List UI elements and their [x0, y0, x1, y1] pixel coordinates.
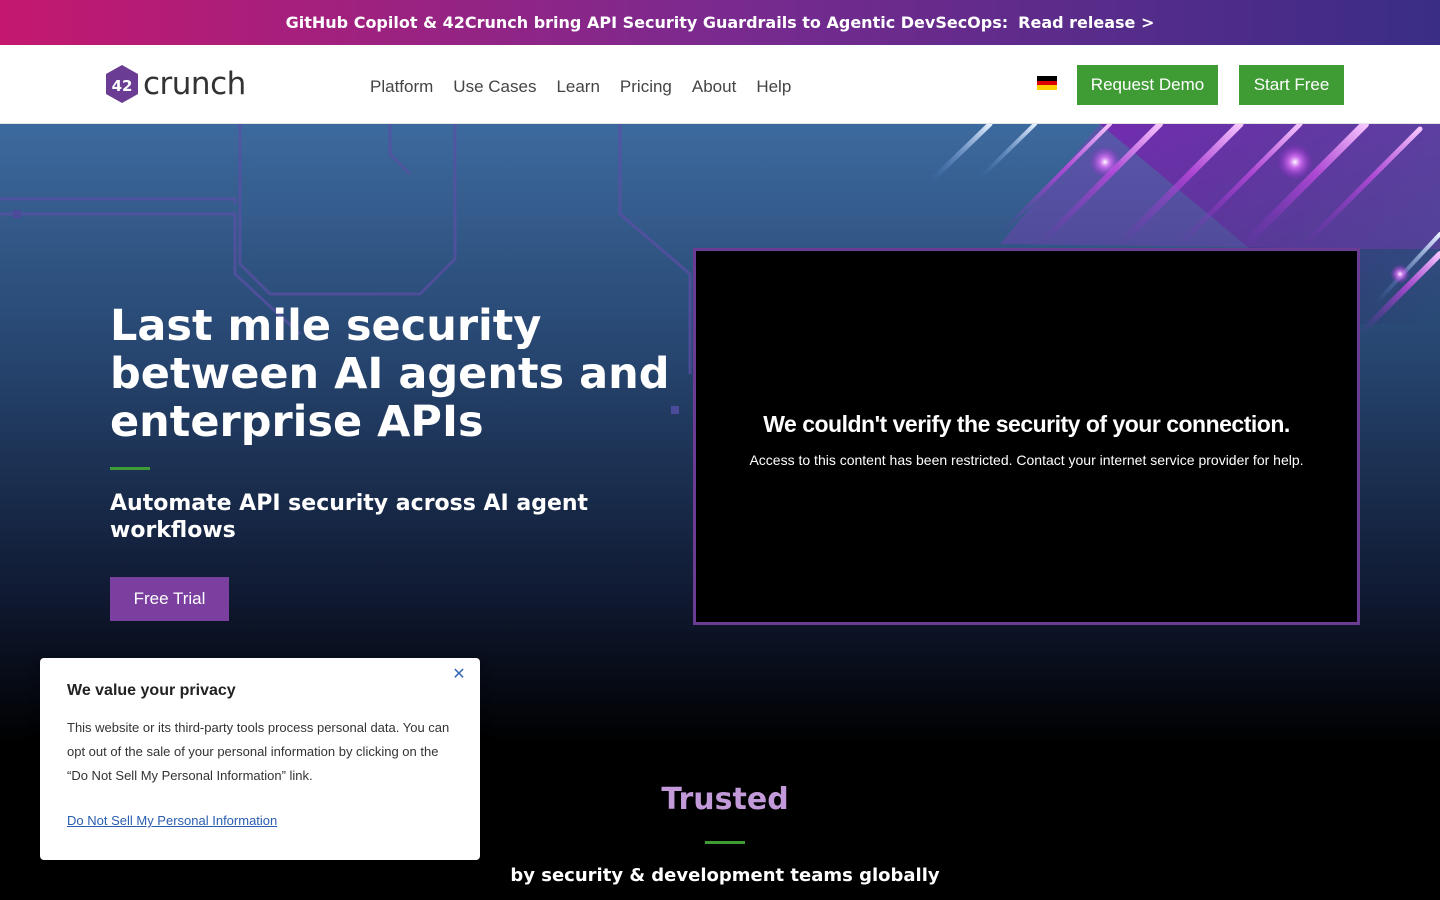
- logo-hexagon-icon: 42: [106, 65, 138, 103]
- nav-help[interactable]: Help: [756, 77, 791, 97]
- privacy-dialog: ✕ We value your privacy This website or …: [40, 658, 480, 860]
- privacy-title: We value your privacy: [67, 682, 236, 699]
- site-header: 42 crunch Platform Use Cases Learn Prici…: [0, 45, 1440, 124]
- video-error-message: Access to this content has been restrict…: [749, 452, 1304, 468]
- nav-use-cases[interactable]: Use Cases: [453, 77, 536, 97]
- logo-wordmark: crunch: [143, 65, 246, 102]
- video-error-heading: We couldn't verify the security of your …: [763, 411, 1290, 437]
- close-icon[interactable]: ✕: [452, 667, 466, 683]
- nav-learn[interactable]: Learn: [556, 77, 599, 97]
- hero-title: Last mile security between AI agents and…: [110, 301, 670, 447]
- hero-divider: [110, 467, 150, 470]
- trusted-divider: [705, 841, 745, 844]
- video-embed[interactable]: We couldn't verify the security of your …: [693, 248, 1360, 625]
- trusted-subheading: by security & development teams globally: [510, 865, 940, 886]
- nav-pricing[interactable]: Pricing: [620, 77, 672, 97]
- start-free-button[interactable]: Start Free: [1239, 65, 1344, 105]
- request-demo-button[interactable]: Request Demo: [1077, 65, 1218, 105]
- german-flag-icon[interactable]: [1037, 76, 1057, 91]
- main-nav: Platform Use Cases Learn Pricing About H…: [370, 77, 811, 97]
- announcement-bar: GitHub Copilot & 42Crunch bring API Secu…: [0, 0, 1440, 45]
- do-not-sell-link[interactable]: Do Not Sell My Personal Information: [67, 813, 277, 828]
- nav-platform[interactable]: Platform: [370, 77, 433, 97]
- announcement-text: GitHub Copilot & 42Crunch bring API Secu…: [285, 13, 1009, 32]
- nav-about[interactable]: About: [692, 77, 736, 97]
- free-trial-button[interactable]: Free Trial: [110, 577, 229, 621]
- logo[interactable]: 42 crunch: [105, 64, 246, 104]
- hero-subtitle: Automate API security across AI agent wo…: [110, 491, 589, 543]
- read-release-link[interactable]: Read release >: [1018, 13, 1154, 32]
- privacy-body: This website or its third-party tools pr…: [67, 720, 450, 783]
- svg-text:42: 42: [112, 77, 133, 95]
